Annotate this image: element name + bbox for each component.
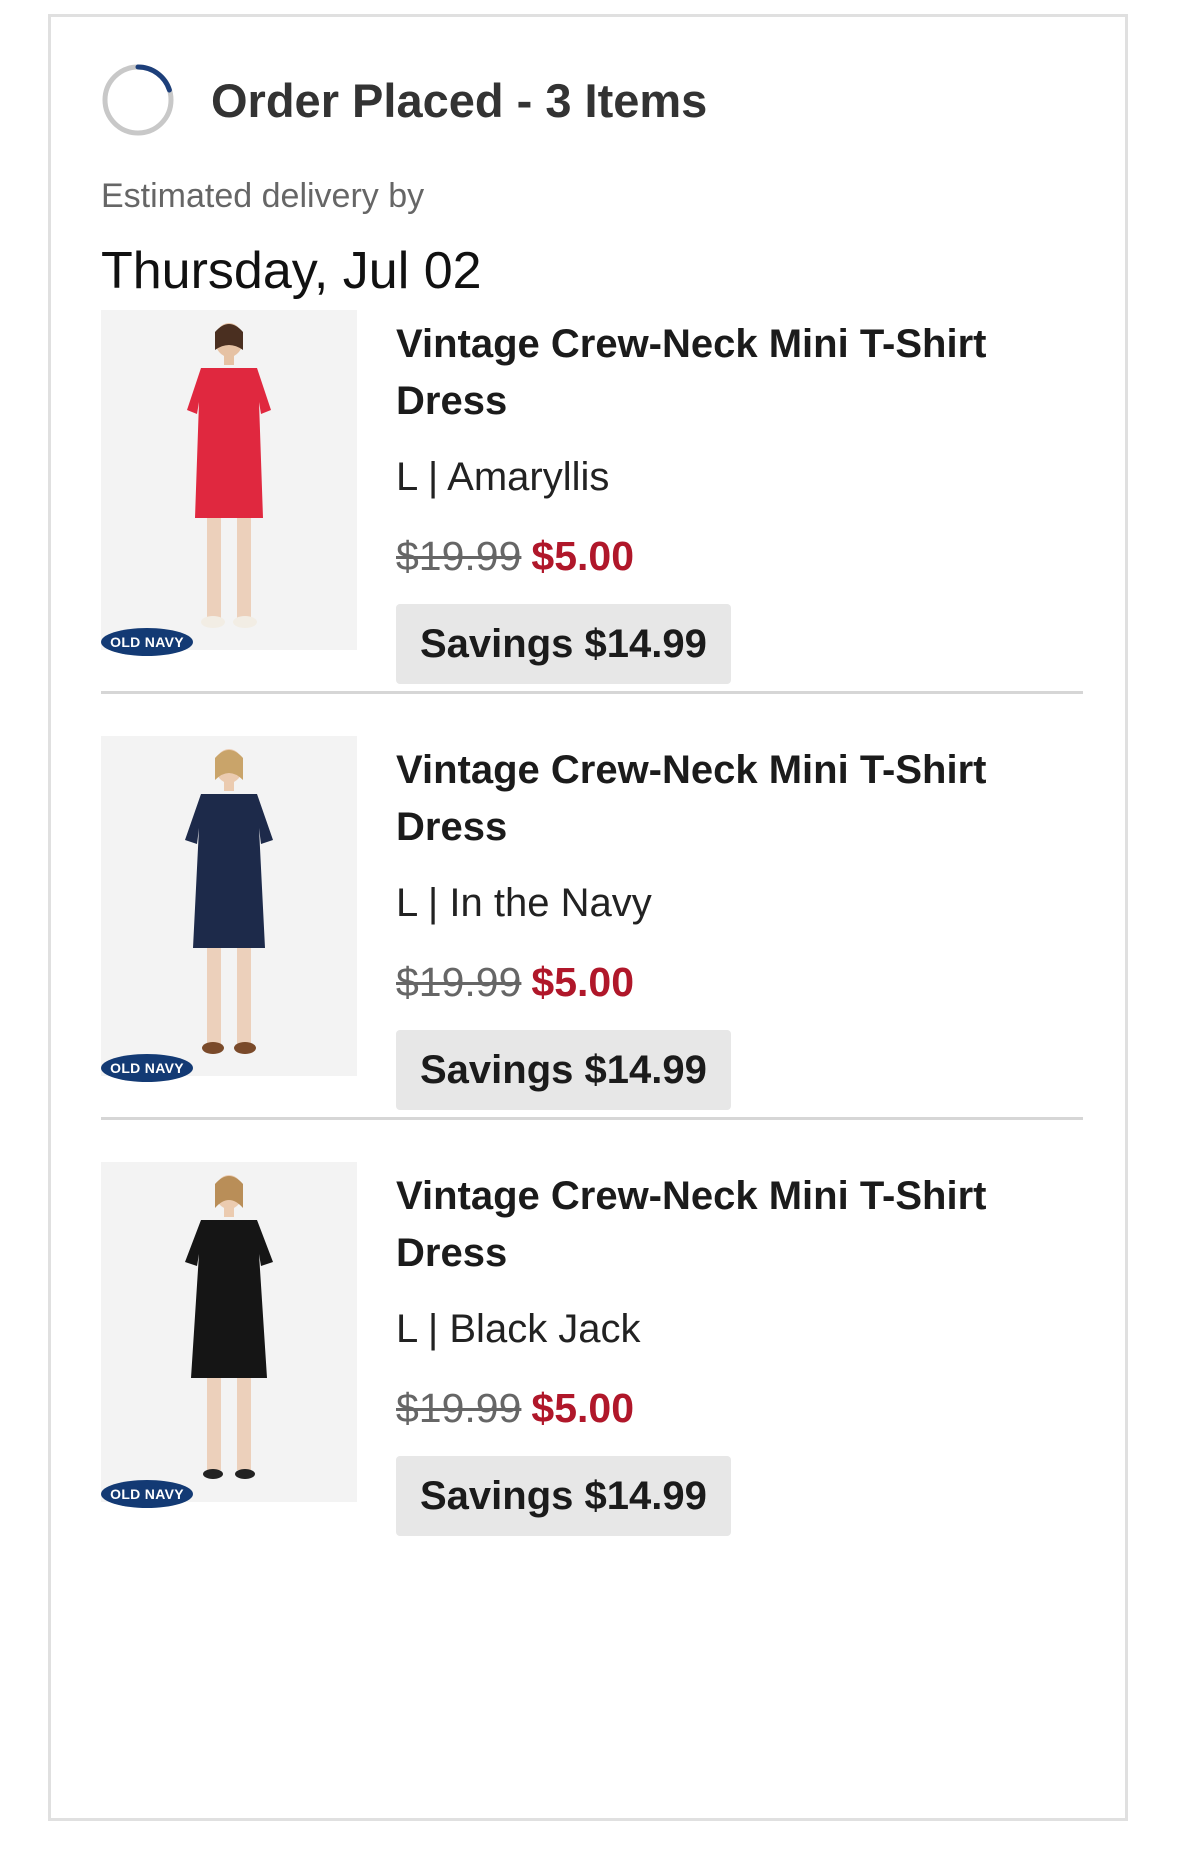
item-divider bbox=[101, 691, 1083, 694]
product-variant: L | Black Jack bbox=[396, 1307, 641, 1351]
savings-badge: Savings $14.99 bbox=[396, 604, 731, 684]
item-info: Vintage Crew-Neck Mini T-Shirt Dress L |… bbox=[396, 736, 1083, 1110]
product-image[interactable] bbox=[101, 736, 357, 1076]
product-name[interactable]: Vintage Crew-Neck Mini T-Shirt Dress bbox=[396, 1168, 1083, 1282]
product-variant: L | In the Navy bbox=[396, 881, 652, 925]
item-info: Vintage Crew-Neck Mini T-Shirt Dress L |… bbox=[396, 1162, 1083, 1536]
brand-badge: OLD NAVY bbox=[101, 1480, 193, 1508]
savings-badge: Savings $14.99 bbox=[396, 1030, 731, 1110]
order-card: Order Placed - 3 Items Estimated deliver… bbox=[48, 14, 1128, 1821]
price-row: $19.99 $5.00 bbox=[396, 1384, 1083, 1432]
original-price: $19.99 bbox=[396, 959, 522, 1005]
order-status-row: Order Placed - 3 Items bbox=[101, 63, 707, 137]
brand-badge: OLD NAVY bbox=[101, 1054, 193, 1082]
product-name[interactable]: Vintage Crew-Neck Mini T-Shirt Dress bbox=[396, 316, 1083, 430]
estimated-delivery-label: Estimated delivery by bbox=[101, 177, 425, 215]
product-name[interactable]: Vintage Crew-Neck Mini T-Shirt Dress bbox=[396, 742, 1083, 856]
sale-price: $5.00 bbox=[531, 1385, 635, 1431]
item-divider bbox=[101, 1117, 1083, 1120]
order-item[interactable]: OLD NAVY Vintage Crew-Neck Mini T-Shirt … bbox=[101, 1162, 1083, 1582]
brand-badge: OLD NAVY bbox=[101, 628, 193, 656]
original-price: $19.99 bbox=[396, 533, 522, 579]
dress-shape bbox=[185, 1220, 273, 1378]
order-item[interactable]: OLD NAVY Vintage Crew-Neck Mini T-Shirt … bbox=[101, 310, 1083, 730]
order-status-title: Order Placed - 3 Items bbox=[211, 73, 708, 127]
item-info: Vintage Crew-Neck Mini T-Shirt Dress L |… bbox=[396, 310, 1083, 684]
savings-badge: Savings $14.99 bbox=[396, 1456, 731, 1536]
order-item[interactable]: OLD NAVY Vintage Crew-Neck Mini T-Shirt … bbox=[101, 736, 1083, 1156]
progress-ring-icon bbox=[102, 64, 174, 136]
product-image[interactable] bbox=[101, 310, 357, 650]
price-row: $19.99 $5.00 bbox=[396, 958, 1083, 1006]
original-price: $19.99 bbox=[396, 1385, 522, 1431]
sale-price: $5.00 bbox=[531, 959, 635, 1005]
product-variant: L | Amaryllis bbox=[396, 455, 610, 499]
price-row: $19.99 $5.00 bbox=[396, 532, 1083, 580]
sale-price: $5.00 bbox=[531, 533, 635, 579]
product-image[interactable] bbox=[101, 1162, 357, 1502]
estimated-delivery-date: Thursday, Jul 02 bbox=[101, 242, 482, 300]
dress-shape bbox=[185, 794, 273, 948]
dress-shape bbox=[187, 368, 271, 518]
